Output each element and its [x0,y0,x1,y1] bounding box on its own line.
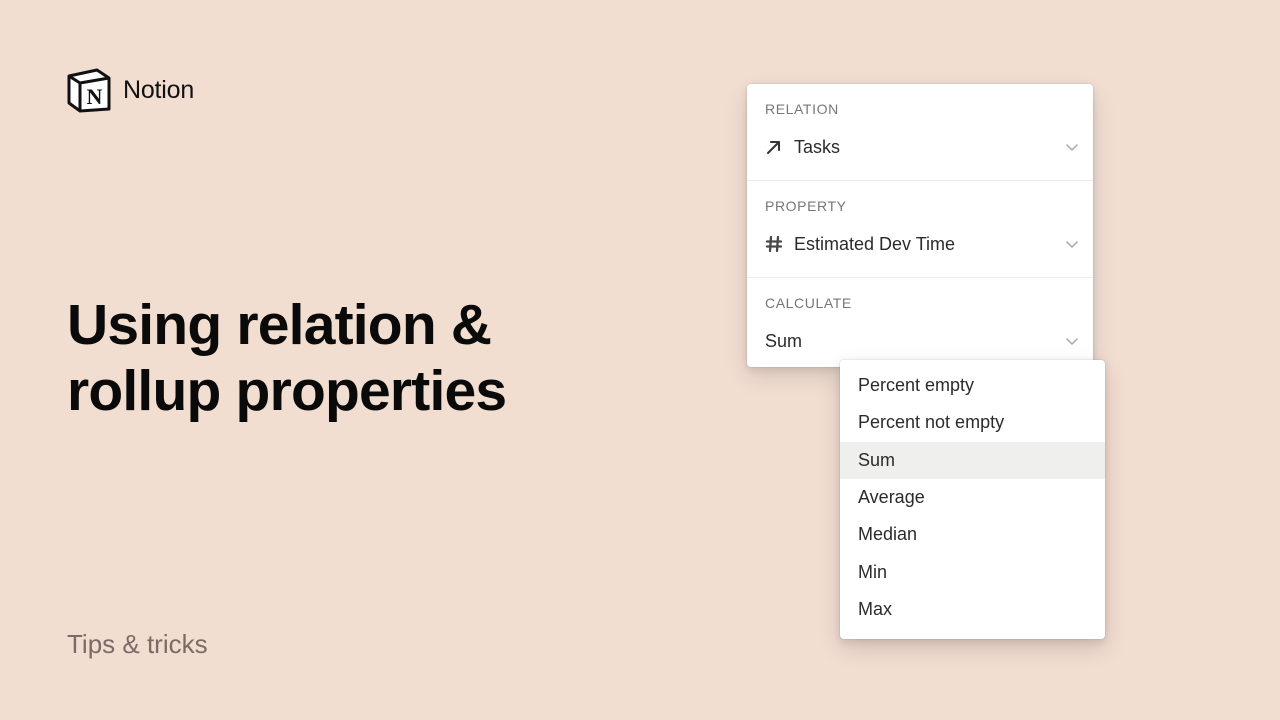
notion-logo: N Notion [66,67,194,113]
property-value: Estimated Dev Time [794,233,956,254]
title-line-2: rollup properties [67,359,507,423]
rollup-config-panel: RELATION Tasks PROPERTY Estimated Dev Ti… [747,84,1093,367]
brand-name: Notion [123,75,195,104]
menu-item-average[interactable]: Average [840,479,1105,516]
menu-item-min[interactable]: Min [840,553,1105,590]
relation-value: Tasks [794,136,841,157]
relation-label: RELATION [765,101,839,117]
logo-letter: N [87,84,103,109]
slide: N Notion Using relation & rollup propert… [0,0,1280,720]
hash-icon [765,235,783,253]
calculate-label: CALCULATE [765,295,852,311]
page-title: Using relation & rollup properties [67,292,507,424]
arrow-up-right-icon [765,138,783,156]
menu-item-percent-empty[interactable]: Percent empty [840,367,1105,404]
property-section: PROPERTY Estimated Dev Time [747,180,1093,277]
relation-select[interactable]: Tasks [765,134,1079,160]
chevron-down-icon [1065,140,1079,154]
calculate-dropdown-menu: Percent empty Percent not empty Sum Aver… [840,360,1105,639]
calculate-select[interactable]: Sum [765,328,1079,354]
chevron-down-icon [1065,334,1079,348]
menu-item-median[interactable]: Median [840,516,1105,553]
calculate-value: Sum [765,330,803,351]
relation-section: RELATION Tasks [747,84,1093,181]
menu-item-max[interactable]: Max [840,591,1105,628]
property-label: PROPERTY [765,198,847,214]
menu-item-sum[interactable]: Sum [840,441,1105,479]
chevron-down-icon [1065,237,1079,251]
title-line-1: Using relation & [67,293,492,357]
property-select[interactable]: Estimated Dev Time [765,231,1079,257]
notion-logo-icon: N [67,68,111,113]
subtitle: Tips & tricks [67,629,208,659]
menu-item-percent-not-empty[interactable]: Percent not empty [840,404,1105,441]
